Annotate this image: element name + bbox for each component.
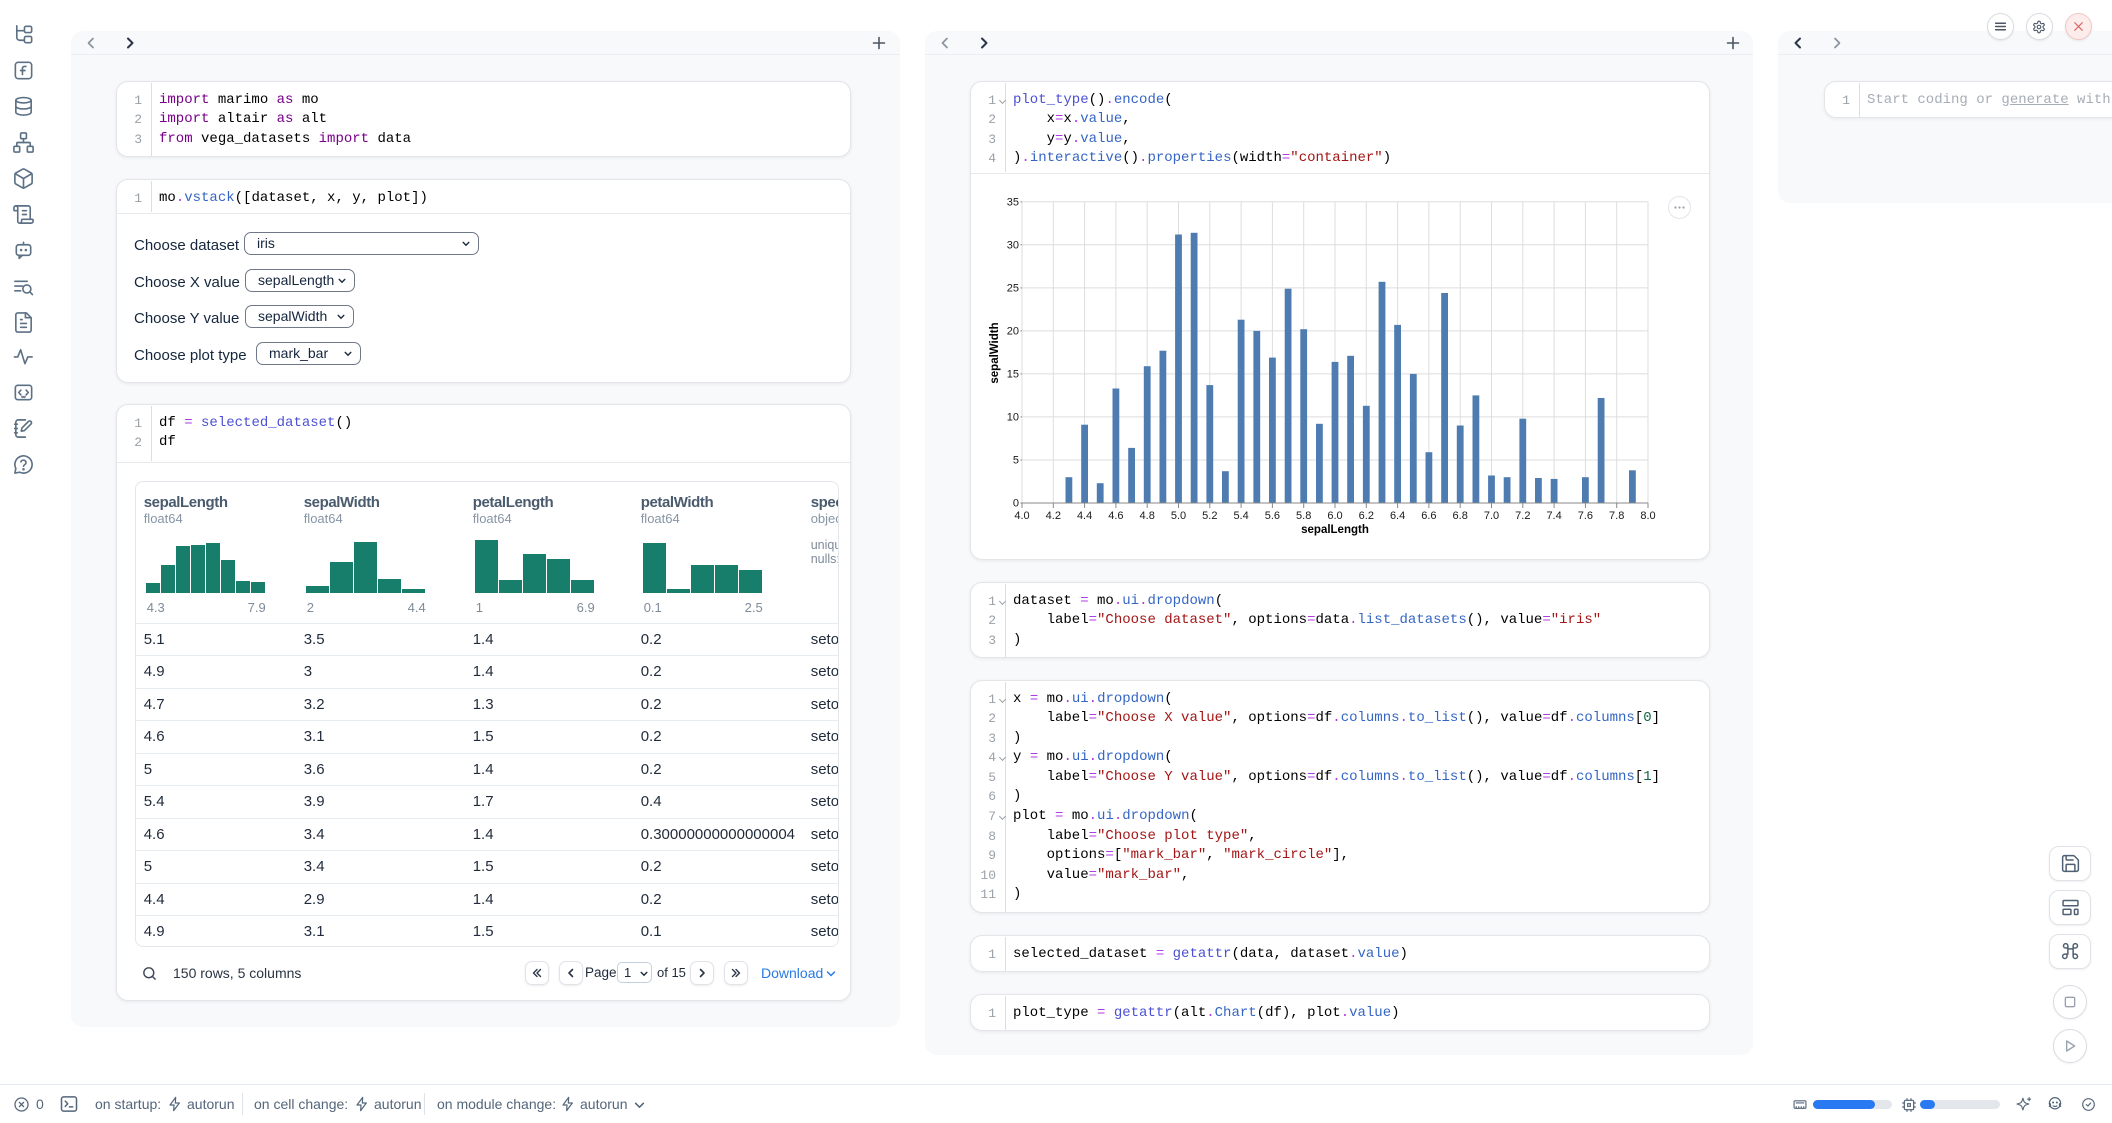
svg-text:0: 0 bbox=[1013, 498, 1019, 510]
svg-text:6.0: 6.0 bbox=[1327, 510, 1342, 522]
svg-text:5.6: 5.6 bbox=[1265, 510, 1280, 522]
svg-text:30: 30 bbox=[1007, 239, 1019, 251]
svg-text:6.2: 6.2 bbox=[1359, 510, 1374, 522]
svg-text:10: 10 bbox=[1007, 411, 1019, 423]
svg-text:4.8: 4.8 bbox=[1140, 510, 1155, 522]
svg-text:4.6: 4.6 bbox=[1108, 510, 1123, 522]
svg-text:6.4: 6.4 bbox=[1390, 510, 1405, 522]
svg-text:5.0: 5.0 bbox=[1171, 510, 1186, 522]
svg-text:25: 25 bbox=[1007, 282, 1019, 294]
svg-text:7.6: 7.6 bbox=[1578, 510, 1593, 522]
svg-text:4.0: 4.0 bbox=[1014, 510, 1029, 522]
svg-text:7.4: 7.4 bbox=[1546, 510, 1561, 522]
svg-text:5.2: 5.2 bbox=[1202, 510, 1217, 522]
svg-text:8.0: 8.0 bbox=[1640, 510, 1655, 522]
svg-text:6.6: 6.6 bbox=[1421, 510, 1436, 522]
svg-text:20: 20 bbox=[1007, 325, 1019, 337]
svg-text:15: 15 bbox=[1007, 368, 1019, 380]
svg-text:5: 5 bbox=[1013, 455, 1019, 467]
svg-text:7.0: 7.0 bbox=[1484, 510, 1499, 522]
svg-text:5.8: 5.8 bbox=[1296, 510, 1311, 522]
svg-text:5.4: 5.4 bbox=[1233, 510, 1248, 522]
svg-text:4.4: 4.4 bbox=[1077, 510, 1092, 522]
svg-text:35: 35 bbox=[1007, 196, 1019, 208]
svg-text:6.8: 6.8 bbox=[1453, 510, 1468, 522]
svg-text:sepalWidth: sepalWidth bbox=[989, 322, 1001, 383]
svg-text:4.2: 4.2 bbox=[1046, 510, 1061, 522]
svg-text:sepalLength: sepalLength bbox=[1301, 524, 1369, 536]
svg-text:7.2: 7.2 bbox=[1515, 510, 1530, 522]
svg-text:7.8: 7.8 bbox=[1609, 510, 1624, 522]
